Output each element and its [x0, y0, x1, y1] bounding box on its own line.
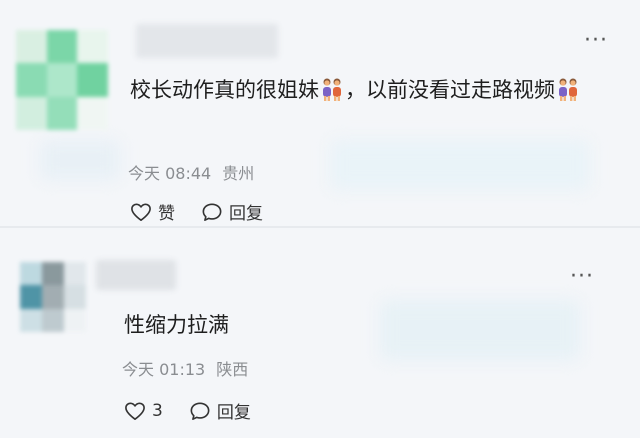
comment-text-tail: ，以前没看过走路视频	[345, 78, 555, 102]
like-count: 3	[152, 400, 163, 421]
username-blurred[interactable]	[96, 260, 176, 290]
avatar-tile	[20, 308, 42, 332]
comment-feed: ··· 校长动作真的很姐妹 ，以前没看过走路视频 今天 08:44 贵州 赞 回…	[0, 0, 640, 438]
reply-button[interactable]: 回复	[189, 398, 251, 423]
comment-text: 性缩力拉满	[124, 313, 229, 337]
comment-actions: 3 回复	[124, 398, 277, 423]
timestamp: 今天 08:44	[128, 164, 212, 183]
location: 贵州	[222, 164, 255, 183]
avatar-tile	[77, 30, 108, 64]
more-options-icon[interactable]: ···	[570, 266, 594, 288]
avatar-tile	[42, 308, 64, 332]
avatar-tile	[20, 285, 42, 309]
avatar-tile	[46, 63, 78, 97]
avatar-tile	[77, 63, 108, 97]
heart-icon	[131, 202, 151, 221]
avatar-tile	[20, 262, 42, 286]
comment-actions: 赞 回复	[130, 199, 289, 224]
avatar-tile	[42, 262, 64, 286]
reply-button[interactable]: 回复	[201, 199, 263, 224]
comment-meta: 今天 01:13 陕西	[122, 356, 254, 380]
avatar[interactable]	[16, 30, 108, 130]
like-button[interactable]: 赞	[130, 199, 175, 224]
comment-text: 校长动作真的很姐妹 ，以前没看过走路视频	[130, 72, 610, 112]
comment-item: ··· 校长动作真的很姐妹 ，以前没看过走路视频 今天 08:44 贵州 赞 回…	[0, 0, 640, 226]
two-women-emoji-icon	[557, 76, 579, 112]
speech-bubble-icon	[202, 202, 222, 221]
location: 陕西	[216, 360, 249, 379]
avatar-tile	[16, 96, 47, 130]
avatar-tile	[64, 285, 86, 309]
two-women-emoji-icon	[321, 76, 343, 112]
timestamp: 今天 01:13	[122, 360, 206, 379]
more-options-icon[interactable]: ···	[584, 30, 608, 52]
avatar[interactable]	[20, 262, 86, 332]
reply-label: 回复	[216, 403, 251, 423]
avatar-tile	[46, 30, 78, 64]
avatar-tile	[16, 63, 47, 97]
avatar-tile	[64, 262, 86, 286]
avatar-tile	[77, 96, 108, 130]
speech-bubble-icon	[190, 401, 210, 420]
heart-icon	[125, 401, 145, 420]
username-blurred[interactable]	[136, 24, 278, 58]
comment-text-main: 校长动作真的很姐妹	[130, 78, 319, 102]
reply-label: 回复	[229, 204, 263, 224]
comment-meta: 今天 08:44 贵州	[128, 160, 260, 184]
avatar-tile	[16, 30, 47, 64]
like-label: 赞	[158, 204, 175, 224]
avatar-tile	[64, 308, 86, 332]
avatar-tile	[46, 96, 78, 130]
like-button[interactable]: 3	[124, 401, 163, 421]
avatar-tile	[42, 285, 64, 309]
